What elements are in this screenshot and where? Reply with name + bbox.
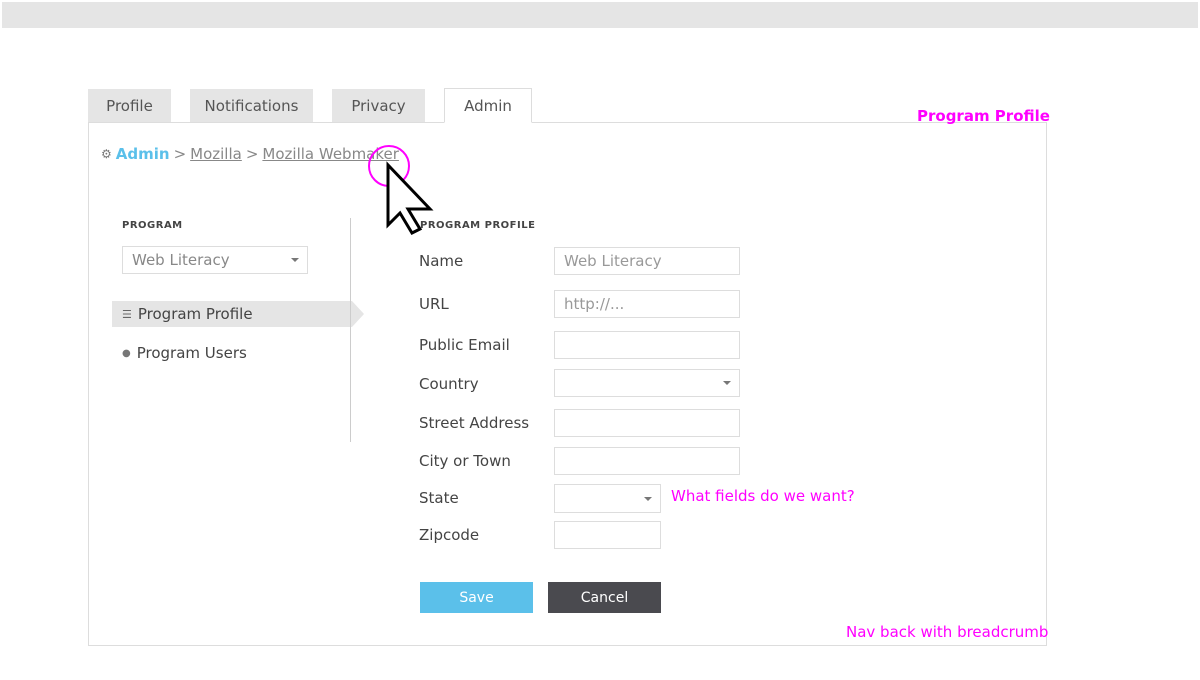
program-select[interactable]: Web Literacy xyxy=(122,246,308,274)
breadcrumb-separator: > xyxy=(245,145,259,163)
name-input[interactable]: Web Literacy xyxy=(554,247,740,275)
sidebar-item-program-users[interactable]: ● Program Users xyxy=(112,340,352,366)
top-bar xyxy=(2,2,1198,28)
chevron-down-icon xyxy=(723,381,731,385)
chevron-down-icon xyxy=(644,496,652,501)
tab-admin[interactable]: Admin xyxy=(444,88,532,123)
sidebar-item-program-profile[interactable]: ☰ Program Profile xyxy=(112,301,364,327)
breadcrumb-admin[interactable]: Admin xyxy=(116,145,170,163)
city-input[interactable] xyxy=(554,447,740,475)
chevron-down-icon xyxy=(291,258,299,262)
annotation-title: Program Profile xyxy=(917,107,1050,125)
breadcrumb-separator: > xyxy=(173,145,187,163)
country-label: Country xyxy=(419,375,479,393)
tab-profile[interactable]: Profile xyxy=(88,89,171,123)
city-label: City or Town xyxy=(419,452,511,470)
user-icon: ● xyxy=(122,347,131,359)
save-button[interactable]: Save xyxy=(420,582,533,613)
url-label: URL xyxy=(419,295,449,313)
name-label: Name xyxy=(419,252,464,270)
state-select[interactable] xyxy=(554,484,661,513)
program-heading: PROGRAM xyxy=(122,220,183,231)
tab-privacy[interactable]: Privacy xyxy=(332,89,425,123)
country-select[interactable] xyxy=(554,369,740,397)
annotation-fields: What fields do we want? xyxy=(671,487,855,505)
street-address-label: Street Address xyxy=(419,414,530,432)
list-icon: ☰ xyxy=(122,307,132,321)
public-email-input[interactable] xyxy=(554,331,740,359)
program-select-value: Web Literacy xyxy=(132,251,230,269)
sidebar-item-label: Program Profile xyxy=(137,305,253,323)
url-input[interactable]: http://... xyxy=(554,290,740,318)
public-email-label: Public Email xyxy=(419,336,510,354)
cancel-button[interactable]: Cancel xyxy=(548,582,661,613)
cursor-pointer-icon xyxy=(368,145,434,235)
street-address-input[interactable] xyxy=(554,409,740,437)
tab-notifications[interactable]: Notifications xyxy=(190,89,313,123)
breadcrumb-mozilla[interactable]: Mozilla xyxy=(190,145,242,163)
breadcrumb: ⚙ Admin > Mozilla > Mozilla Webmaker xyxy=(101,145,399,163)
zipcode-label: Zipcode xyxy=(419,526,480,544)
zipcode-input[interactable] xyxy=(554,521,661,549)
divider xyxy=(350,218,351,442)
state-label: State xyxy=(419,489,459,507)
sidebar-item-label: Program Users xyxy=(136,344,247,362)
gears-icon: ⚙ xyxy=(101,147,112,161)
annotation-nav: Nav back with breadcrumb xyxy=(846,623,1049,641)
